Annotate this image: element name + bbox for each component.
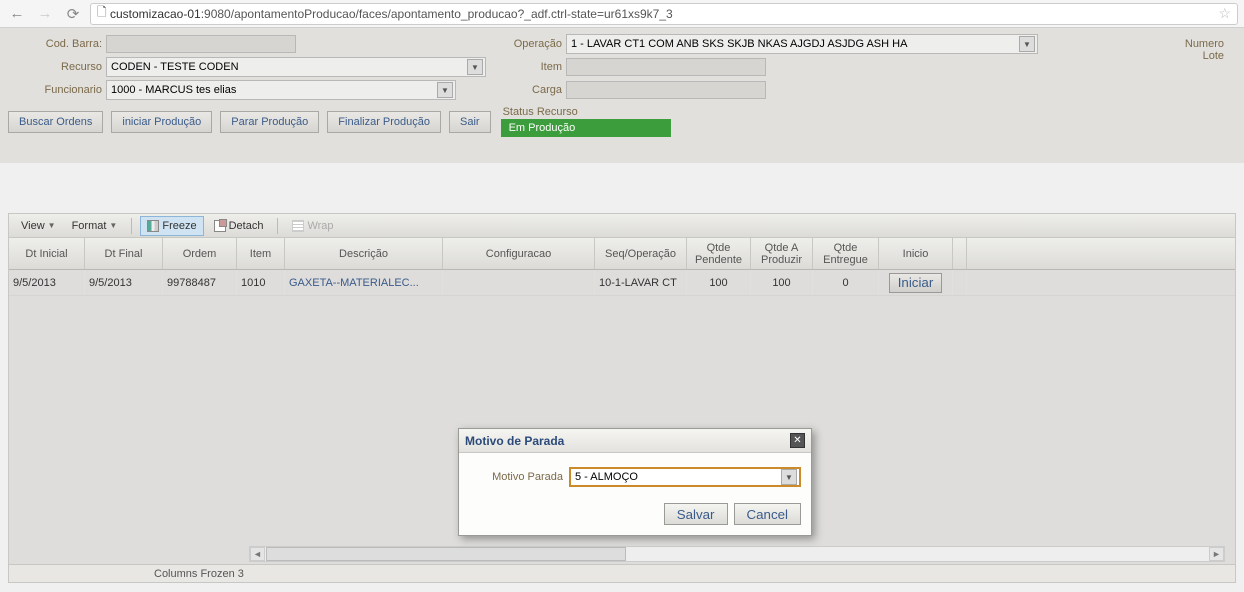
- status-recurso-box: Status Recurso Em Produção: [501, 106, 671, 137]
- table-footer: Columns Frozen 3: [9, 564, 1235, 582]
- back-button[interactable]: ←: [6, 3, 28, 25]
- cell-qtde-prod: 100: [751, 270, 813, 295]
- salvar-button[interactable]: Salvar: [664, 503, 728, 525]
- cell-seq-op: 10-1-LAVAR CT: [595, 270, 687, 295]
- funcionario-select[interactable]: 1000 - MARCUS tes elias ▼: [106, 80, 456, 100]
- carga-label: Carga: [506, 84, 566, 96]
- cell-ordem: 99788487: [163, 270, 237, 295]
- close-icon[interactable]: ✕: [790, 433, 805, 448]
- cell-item: 1010: [237, 270, 285, 295]
- th-extra: [953, 238, 967, 269]
- cell-extra: [953, 270, 967, 295]
- cod-barra-input[interactable]: [106, 35, 296, 53]
- horizontal-scrollbar[interactable]: ◄ ►: [249, 546, 1225, 562]
- th-descricao[interactable]: Descrição: [285, 238, 443, 269]
- th-dt-inicial[interactable]: Dt Inicial: [9, 238, 85, 269]
- motivo-parada-value: 5 - ALMOÇO: [575, 471, 638, 483]
- wrap-button[interactable]: Wrap: [286, 218, 339, 234]
- detach-icon: [214, 220, 226, 232]
- numero-label: Numero: [1185, 38, 1224, 50]
- view-menu[interactable]: View▼: [15, 218, 62, 234]
- reload-button[interactable]: ⟳: [62, 3, 84, 25]
- table-header: Dt Inicial Dt Final Ordem Item Descrição…: [9, 238, 1235, 270]
- funcionario-label: Funcionario: [8, 84, 106, 96]
- operacao-select[interactable]: 1 - LAVAR CT1 COM ANB SKS SKJB NKAS AJGD…: [566, 34, 1038, 54]
- separator: [277, 218, 278, 234]
- th-qtde-produzir[interactable]: Qtde A Produzir: [751, 238, 813, 269]
- recurso-value: CODEN - TESTE CODEN: [111, 61, 239, 73]
- bookmark-star-icon[interactable]: ☆: [1218, 5, 1231, 22]
- table-toolbar: View▼ Format▼ Freeze Detach Wrap: [9, 214, 1235, 238]
- operacao-label: Operação: [506, 38, 566, 50]
- th-qtde-entregue[interactable]: Qtde Entregue: [813, 238, 879, 269]
- cell-configuracao: [443, 270, 595, 295]
- th-configuracao[interactable]: Configuracao: [443, 238, 595, 269]
- lote-label: Lote: [1185, 50, 1224, 62]
- format-menu[interactable]: Format▼: [66, 218, 124, 234]
- dialog-titlebar[interactable]: Motivo de Parada ✕: [459, 429, 811, 453]
- status-recurso-value: Em Produção: [501, 119, 671, 137]
- wrap-icon: [292, 220, 304, 232]
- chevron-down-icon: ▼: [467, 59, 483, 75]
- browser-toolbar: ← → ⟳ 🗋 customizacao-01 :9080/apontament…: [0, 0, 1244, 28]
- freeze-icon: [147, 220, 159, 232]
- finalizar-producao-button[interactable]: Finalizar Produção: [327, 111, 441, 133]
- motivo-parada-select[interactable]: 5 - ALMOÇO ▼: [569, 467, 801, 487]
- numero-lote-box: Numero Lote: [1185, 38, 1224, 62]
- url-path: :9080/apontamentoProducao/faces/apontame…: [201, 7, 673, 21]
- item-input[interactable]: [566, 58, 766, 76]
- scroll-right-button[interactable]: ►: [1209, 547, 1224, 561]
- carga-input[interactable]: [566, 81, 766, 99]
- chevron-down-icon: ▼: [781, 469, 797, 485]
- url-host: customizacao-01: [110, 7, 201, 21]
- th-ordem[interactable]: Ordem: [163, 238, 237, 269]
- item-label: Item: [506, 61, 566, 73]
- parar-producao-button[interactable]: Parar Produção: [220, 111, 319, 133]
- forward-button[interactable]: →: [34, 3, 56, 25]
- iniciar-producao-button[interactable]: iniciar Produção: [111, 111, 212, 133]
- th-dt-final[interactable]: Dt Final: [85, 238, 163, 269]
- freeze-button[interactable]: Freeze: [140, 216, 203, 236]
- motivo-parada-label: Motivo Parada: [469, 471, 569, 483]
- funcionario-value: 1000 - MARCUS tes elias: [111, 84, 236, 96]
- dialog-title: Motivo de Parada: [465, 434, 564, 448]
- separator: [131, 218, 132, 234]
- cell-dt-inicial: 9/5/2013: [9, 270, 85, 295]
- th-inicio[interactable]: Inicio: [879, 238, 953, 269]
- table-row[interactable]: 9/5/2013 9/5/2013 99788487 1010 GAXETA--…: [9, 270, 1235, 296]
- url-bar[interactable]: 🗋 customizacao-01 :9080/apontamentoProdu…: [90, 3, 1238, 25]
- recurso-select[interactable]: CODEN - TESTE CODEN ▼: [106, 57, 486, 77]
- detach-button[interactable]: Detach: [208, 218, 270, 234]
- cancel-button[interactable]: Cancel: [734, 503, 802, 525]
- cell-inicio: Iniciar: [879, 270, 953, 295]
- columns-frozen-label: Columns Frozen 3: [154, 568, 244, 580]
- operacao-value: 1 - LAVAR CT1 COM ANB SKS SKJB NKAS AJGD…: [571, 38, 907, 50]
- cell-qtde-pend: 100: [687, 270, 751, 295]
- form-panel: Cod. Barra: Operação 1 - LAVAR CT1 COM A…: [0, 28, 1244, 163]
- status-recurso-label: Status Recurso: [501, 106, 671, 118]
- sair-button[interactable]: Sair: [449, 111, 491, 133]
- th-qtde-pendente[interactable]: Qtde Pendente: [687, 238, 751, 269]
- buscar-ordens-button[interactable]: Buscar Ordens: [8, 111, 103, 133]
- cell-dt-final: 9/5/2013: [85, 270, 163, 295]
- th-item[interactable]: Item: [237, 238, 285, 269]
- scroll-left-button[interactable]: ◄: [250, 547, 265, 561]
- cell-descricao[interactable]: GAXETA--MATERIALEC...: [285, 270, 443, 295]
- scroll-thumb[interactable]: [266, 547, 626, 561]
- chevron-down-icon: ▼: [437, 82, 453, 98]
- chevron-down-icon: ▼: [1019, 36, 1035, 52]
- recurso-label: Recurso: [8, 61, 106, 73]
- cell-qtde-ent: 0: [813, 270, 879, 295]
- iniciar-button[interactable]: Iniciar: [889, 273, 943, 293]
- th-seq-operacao[interactable]: Seq/Operação: [595, 238, 687, 269]
- cod-barra-label: Cod. Barra:: [8, 38, 106, 50]
- motivo-parada-dialog: Motivo de Parada ✕ Motivo Parada 5 - ALM…: [458, 428, 812, 536]
